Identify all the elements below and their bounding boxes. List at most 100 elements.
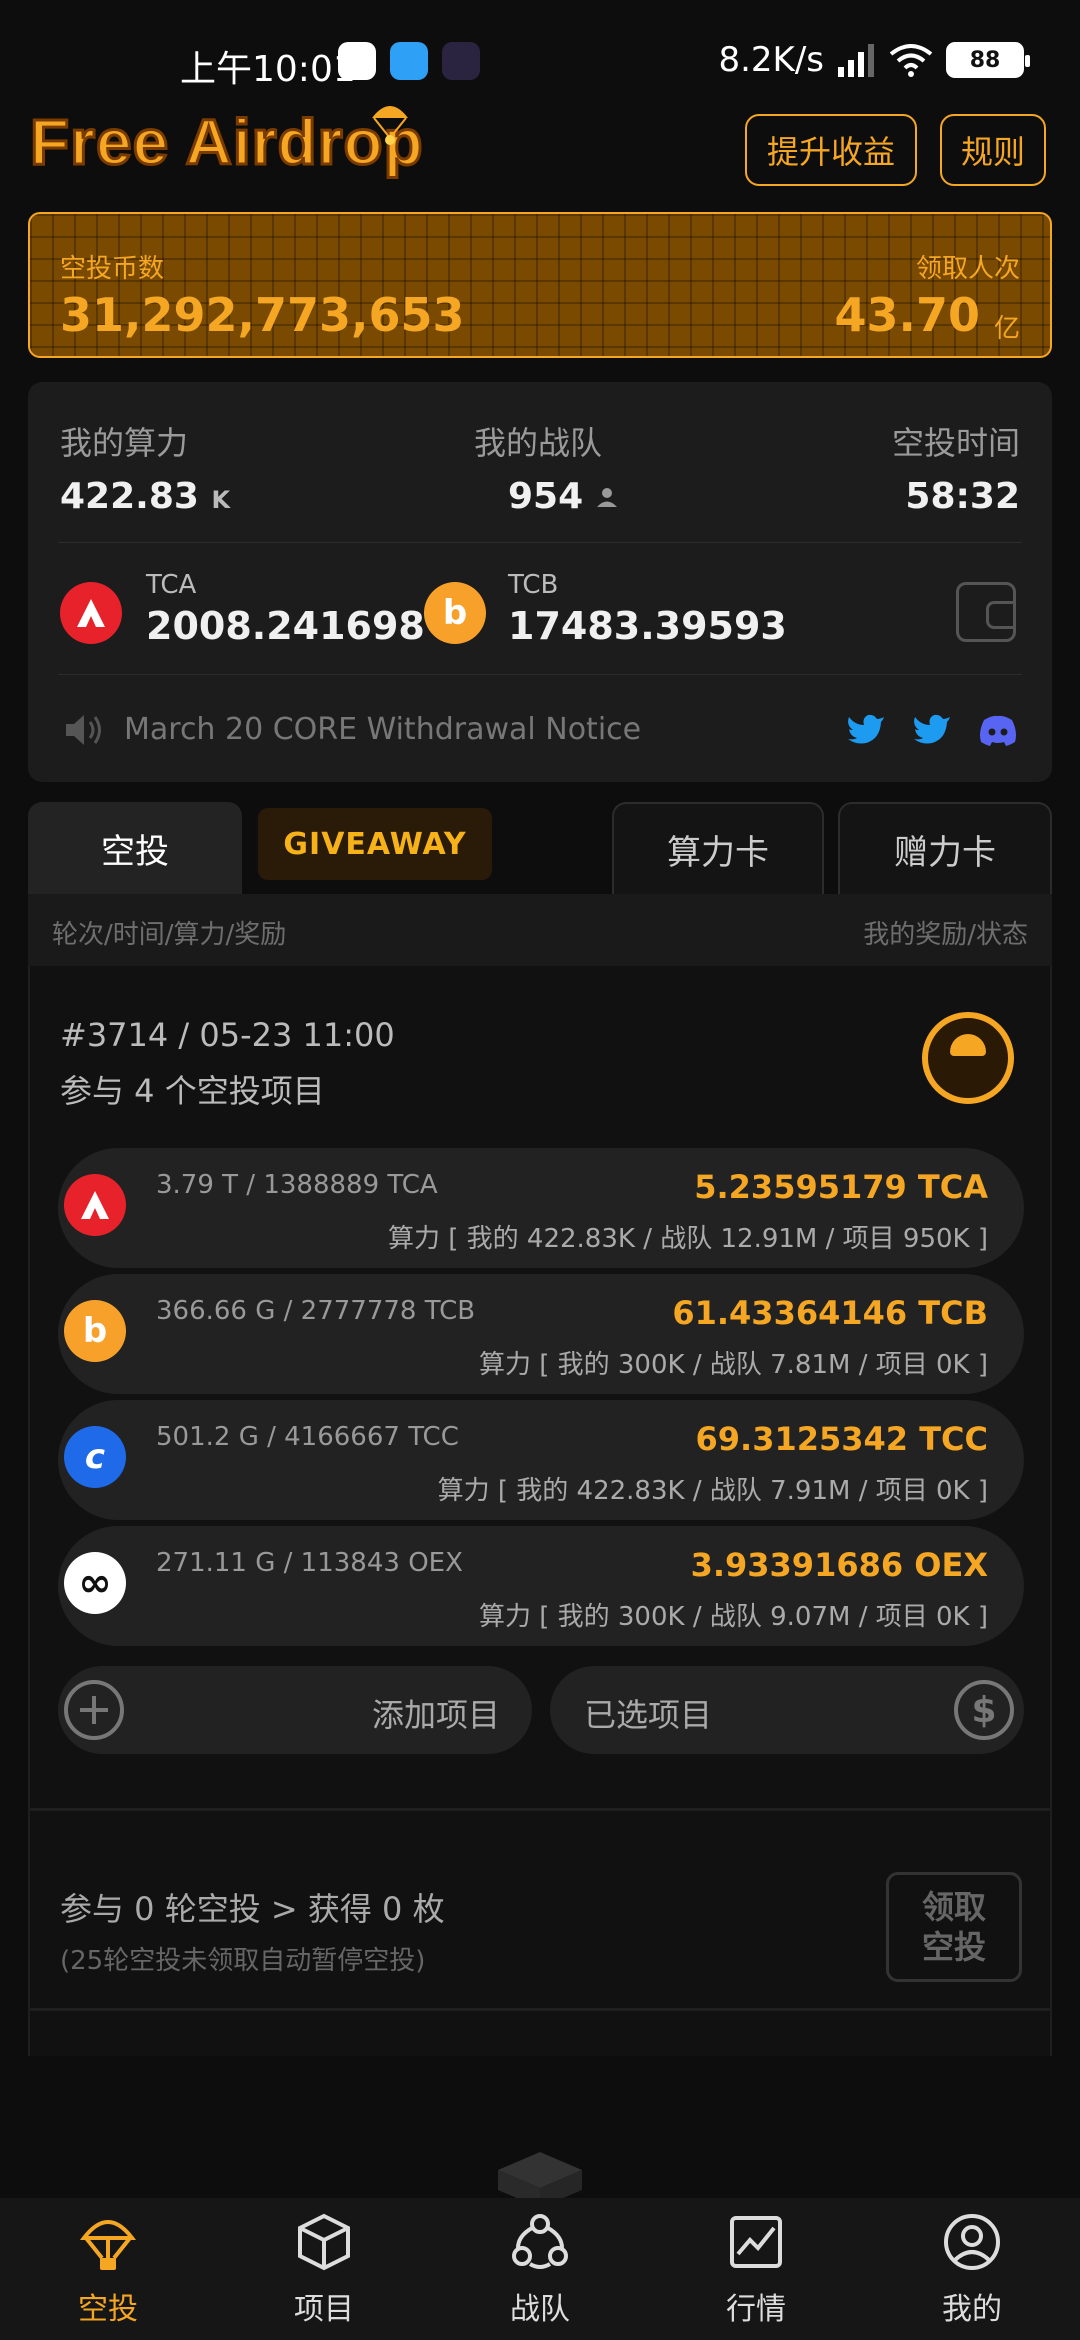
- project-amount: 366.66 G / 2777778 TCB: [156, 1296, 476, 1326]
- coins-label: 空投币数: [60, 254, 165, 284]
- team-label: 我的战队: [474, 424, 603, 462]
- discord-icon[interactable]: [978, 712, 1018, 748]
- claim-summary: 参与 0 轮空投 > 获得 0 枚: [60, 1890, 445, 1928]
- status-time: 上午10:01: [180, 49, 356, 90]
- team-icon: [512, 2214, 568, 2269]
- dollar-icon: $: [954, 1680, 1014, 1740]
- tcb-balance-label: TCB: [508, 570, 559, 600]
- add-project-button[interactable]: 添加项目: [58, 1666, 532, 1754]
- person-icon: [596, 488, 617, 507]
- coins-value: 31,292,773,653: [60, 288, 465, 342]
- subheader-left: 轮次/时间/算力/奖励: [52, 920, 287, 950]
- network-speed: 8.2K/s: [718, 40, 824, 80]
- wallet-icon[interactable]: [956, 582, 1016, 642]
- project-amount: 271.11 G / 113843 OEX: [156, 1548, 463, 1578]
- app-logo: Free Airdrop: [29, 105, 425, 180]
- claims-label: 领取人次: [915, 254, 1020, 284]
- claim-airdrop-button[interactable]: 领取 空投: [886, 1872, 1022, 1982]
- plus-circle-icon: [64, 1680, 124, 1740]
- nav-label: 空投: [78, 2292, 138, 2327]
- stats-card: 我的算力 我的战队 空投时间 422.83 K 954 58:32 TCA 20…: [28, 382, 1052, 782]
- bottom-nav: 空投 项目 战队 行情 我的: [0, 2198, 1080, 2340]
- project-reward: 5.23595179 TCA: [694, 1168, 988, 1206]
- project-row[interactable]: b 366.66 G / 2777778 TCB 61.43364146 TCB…: [58, 1274, 1024, 1394]
- power-value: 422.83 K: [60, 476, 230, 517]
- subheader-right: 我的奖励/状态: [863, 920, 1028, 950]
- project-reward: 61.43364146 TCB: [672, 1294, 988, 1332]
- nav-market[interactable]: 行情: [648, 2198, 864, 2340]
- claims-unit: 亿: [993, 314, 1020, 344]
- tab-airdrop[interactable]: 空投: [28, 802, 242, 894]
- tca-balance-label: TCA: [146, 570, 197, 600]
- nav-projects[interactable]: 项目: [216, 2198, 432, 2340]
- boost-earnings-button[interactable]: 提升收益: [745, 114, 917, 186]
- cube-icon: [298, 2213, 350, 2271]
- wifi-icon: [889, 44, 933, 77]
- add-project-label: 添加项目: [371, 1696, 500, 1734]
- nav-airdrop[interactable]: 空投: [0, 2198, 216, 2340]
- tab-gift-card[interactable]: 赠力卡: [838, 802, 1052, 894]
- cloud-app-icon: [390, 42, 428, 80]
- tca-project-icon: [64, 1174, 126, 1236]
- qq-icon: [338, 42, 376, 80]
- tcc-project-icon: c: [64, 1426, 126, 1488]
- nav-label: 项目: [294, 2292, 354, 2327]
- nav-profile[interactable]: 我的: [864, 2198, 1080, 2340]
- project-power: 算力 [ 我的 300K / 战队 7.81M / 项目 0K ]: [478, 1350, 988, 1380]
- project-amount: 3.79 T / 1388889 TCA: [156, 1170, 438, 1200]
- project-power: 算力 [ 我的 422.83K / 战队 7.91M / 项目 0K ]: [437, 1476, 988, 1506]
- project-row[interactable]: 3.79 T / 1388889 TCA 5.23595179 TCA 算力 […: [58, 1148, 1024, 1268]
- chart-icon: [730, 2216, 782, 2268]
- nav-label: 我的: [942, 2292, 1002, 2327]
- tcb-coin-icon: b: [424, 582, 486, 644]
- project-reward: 3.93391686 OEX: [690, 1546, 988, 1584]
- parachute-icon: [79, 2220, 137, 2270]
- stats-divider: [58, 542, 1022, 543]
- project-amount: 501.2 G / 4166667 TCC: [156, 1422, 459, 1452]
- tcb-balance-value: 17483.39593: [508, 604, 787, 648]
- round-project-count: 参与 4 个空投项目: [60, 1072, 325, 1110]
- status-app-icons: [338, 42, 480, 80]
- selected-projects-button[interactable]: 已选项目 $: [550, 1666, 1024, 1754]
- tca-balance-value: 2008.241698: [146, 604, 425, 648]
- airdrop-time-label: 空投时间: [891, 424, 1020, 462]
- project-power: 算力 [ 我的 300K / 战队 9.07M / 项目 0K ]: [478, 1602, 988, 1632]
- project-row[interactable]: ∞ 271.11 G / 113843 OEX 3.93391686 OEX 算…: [58, 1526, 1024, 1646]
- airdrop-round-panel: #3714 / 05-23 11:00 参与 4 个空投项目 3.79 T / …: [28, 966, 1052, 2056]
- oex-project-icon: ∞: [64, 1552, 126, 1614]
- claims-value: 43.70: [834, 288, 980, 342]
- nav-label: 行情: [726, 2292, 786, 2327]
- tcb-project-icon: b: [64, 1300, 126, 1362]
- rules-button[interactable]: 规则: [940, 114, 1046, 186]
- project-reward: 69.3125342 TCC: [695, 1420, 988, 1458]
- signal-icon: [838, 44, 874, 77]
- claim-note: (25轮空投未领取自动暂停空投): [60, 1946, 426, 1976]
- claim-separator: [30, 2008, 1050, 2011]
- speaker-icon: [66, 715, 101, 745]
- status-right: 8.2K/s 88: [718, 40, 1030, 80]
- twitter-icon[interactable]: [846, 712, 886, 748]
- parachute-logo-icon: [372, 106, 408, 145]
- tab-power-card[interactable]: 算力卡: [612, 802, 824, 894]
- project-power: 算力 [ 我的 422.83K / 战队 12.91M / 项目 950K ]: [387, 1224, 988, 1254]
- twitter-icon-alt[interactable]: [912, 712, 952, 748]
- claim-button-line2: 空投: [921, 1928, 986, 1966]
- profile-icon: [944, 2214, 1000, 2270]
- notice-divider: [58, 674, 1022, 675]
- team-value: 954: [508, 476, 618, 517]
- tca-coin-icon: [60, 582, 122, 644]
- withdrawal-notice[interactable]: March 20 CORE Withdrawal Notice: [124, 712, 641, 747]
- round-separator: [30, 1808, 1050, 1811]
- list-subheader: 轮次/时间/算力/奖励 我的奖励/状态: [28, 894, 1052, 966]
- round-id: #3714 / 05-23 11:00: [60, 1016, 395, 1054]
- team-number: 954: [508, 476, 584, 517]
- status-bar: 上午10:01 8.2K/s 88: [0, 0, 1080, 120]
- nav-label: 战队: [510, 2292, 570, 2327]
- airdrop-countdown: 58:32: [905, 476, 1020, 517]
- battery-indicator: 88: [946, 42, 1030, 78]
- nav-team[interactable]: 战队: [432, 2198, 648, 2340]
- tab-giveaway[interactable]: GIVEAWAY: [258, 808, 492, 880]
- project-row[interactable]: c 501.2 G / 4166667 TCC 69.3125342 TCC 算…: [58, 1400, 1024, 1520]
- selected-projects-label: 已选项目: [584, 1696, 713, 1734]
- airdrop-summary-banner: 空投币数 领取人次 31,292,773,653 43.70 亿: [28, 212, 1052, 358]
